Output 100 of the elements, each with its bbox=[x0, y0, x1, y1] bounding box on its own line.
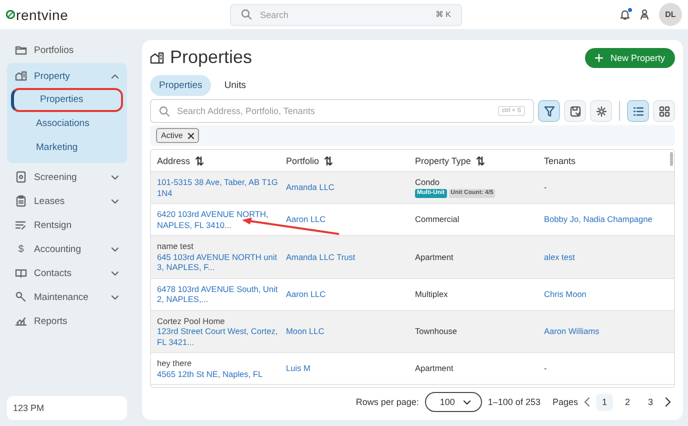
portfolio-link[interactable]: Amanda LLC bbox=[286, 182, 334, 193]
shortcut-hint: ⌘ K bbox=[435, 10, 451, 19]
chevron-right-icon bbox=[665, 397, 671, 407]
notification-dot bbox=[628, 8, 632, 12]
sidebar-item[interactable]: Portfolios bbox=[7, 38, 127, 62]
search-box[interactable]: Search ⌘ K bbox=[230, 4, 462, 26]
pages-label: Pages bbox=[552, 397, 578, 407]
book-icon bbox=[15, 267, 27, 279]
chevron-left-icon bbox=[584, 397, 590, 407]
address-link[interactable]: 6420 103rd AVENUE NORTH, NAPLES, FL 3410... bbox=[157, 209, 280, 230]
address-link[interactable]: 4565 12th St NE, Naples, FL bbox=[157, 368, 263, 379]
property-type: Commercial bbox=[415, 214, 460, 225]
save-button[interactable] bbox=[564, 100, 586, 122]
sidebar-item[interactable]: Rentsign bbox=[7, 213, 127, 237]
filter-button[interactable] bbox=[538, 100, 560, 122]
building-icon bbox=[15, 70, 27, 82]
grid-icon bbox=[658, 106, 670, 116]
filter-chip[interactable]: Active bbox=[156, 128, 199, 143]
property-name: Cortez Pool Home bbox=[157, 316, 225, 326]
sidebar-subitem[interactable]: Properties bbox=[11, 88, 123, 112]
tenant-link[interactable]: Bobby Jo, Nadia Champagne bbox=[544, 214, 652, 225]
plus-icon bbox=[595, 54, 604, 62]
gear-icon bbox=[596, 106, 606, 116]
page-number[interactable]: 3 bbox=[642, 394, 659, 410]
grid-button[interactable] bbox=[653, 100, 675, 122]
bell-icon bbox=[620, 9, 630, 20]
tenant-link[interactable]: Aaron Williams bbox=[544, 326, 600, 336]
settings-button[interactable] bbox=[590, 100, 612, 122]
chevron-down-icon bbox=[111, 174, 119, 180]
property-type: Condo bbox=[415, 177, 440, 188]
rows-per-page-select[interactable]: 100 bbox=[424, 392, 482, 412]
tenant-link[interactable]: alex test bbox=[544, 252, 575, 262]
column-header[interactable]: Address bbox=[157, 156, 286, 166]
property-name: hey there bbox=[157, 358, 192, 368]
tenant-link[interactable]: Chris Moon bbox=[544, 288, 586, 300]
column-header[interactable]: Portfolio bbox=[286, 156, 415, 166]
table-row[interactable]: hey there 4565 12th St NE, Naples, FL Luis M Apartment - bbox=[151, 353, 674, 385]
lines-pen-icon bbox=[15, 219, 27, 231]
clipboard-icon bbox=[15, 195, 27, 207]
new-property-button[interactable]: New Property bbox=[585, 48, 675, 68]
building-icon bbox=[150, 51, 164, 64]
chevron-up-icon bbox=[111, 74, 119, 78]
tenant-text: - bbox=[544, 363, 547, 374]
portfolio-link[interactable]: Luis M bbox=[286, 363, 310, 374]
portfolio-link[interactable]: Aaron LLC bbox=[286, 214, 326, 225]
filter-icon bbox=[544, 106, 554, 116]
table-row[interactable]: Cortez Pool Home 123rd Street Court West, Cortez, FL 3421... Moon LLC Townhouse Aaron Williams bbox=[151, 310, 674, 353]
logo-wordmark: rentvine bbox=[16, 6, 68, 22]
document-icon bbox=[15, 171, 27, 183]
sidebar-item[interactable]: $ Accounting bbox=[7, 237, 127, 261]
address-link[interactable]: 6478 103rd AVENUE South, Unit 2, NAPLES,... bbox=[157, 284, 280, 304]
previous-page-button[interactable] bbox=[584, 397, 590, 407]
close-icon bbox=[188, 132, 194, 138]
next-page-button[interactable] bbox=[665, 397, 671, 407]
rows-per-page-label: Rows per page: bbox=[356, 397, 419, 407]
tab[interactable]: Properties bbox=[150, 75, 212, 96]
scrollbar-thumb[interactable] bbox=[670, 152, 673, 166]
dollar-icon: $ bbox=[15, 244, 27, 254]
address-link[interactable]: 123rd Street Court West, Cortez, FL 3421... bbox=[157, 326, 280, 347]
list-icon bbox=[632, 106, 644, 116]
list-button[interactable] bbox=[627, 100, 649, 122]
page-number[interactable]: 1 bbox=[596, 394, 613, 410]
help-button[interactable] bbox=[640, 9, 649, 20]
sidebar-item[interactable]: Maintenance bbox=[7, 285, 127, 309]
portfolio-link[interactable]: Aaron LLC bbox=[286, 288, 326, 300]
tab[interactable]: Units bbox=[215, 75, 255, 96]
address-link[interactable]: 101-5315 38 Ave, Taber, AB T1G 1N4 bbox=[157, 177, 280, 198]
property-name: name test bbox=[157, 241, 194, 252]
sidebar-item[interactable]: Leases bbox=[7, 189, 127, 213]
global-search-field[interactable]: Search bbox=[260, 10, 428, 20]
sidebar-subitem[interactable]: Marketing bbox=[7, 136, 127, 160]
footer-text: 123 PM bbox=[7, 396, 127, 420]
portfolio-link[interactable]: Amanda LLC Trust bbox=[286, 252, 356, 262]
notifications-button[interactable] bbox=[620, 9, 630, 20]
chevron-down-icon bbox=[111, 246, 119, 252]
sort-icon bbox=[195, 156, 204, 166]
sidebar-subitem[interactable]: Associations bbox=[7, 112, 127, 136]
chevron-down-icon bbox=[111, 198, 119, 204]
page-number[interactable]: 2 bbox=[619, 394, 636, 410]
sidebar-item[interactable]: Reports bbox=[7, 309, 127, 333]
sort-icon bbox=[324, 156, 334, 166]
search-icon bbox=[159, 106, 170, 116]
portfolio-link[interactable]: Moon LLC bbox=[286, 326, 324, 336]
chart-icon bbox=[15, 315, 27, 327]
save-icon bbox=[570, 106, 580, 116]
property-type: Apartment bbox=[415, 363, 454, 374]
user-avatar[interactable]: DL bbox=[659, 3, 682, 26]
person-icon bbox=[640, 9, 649, 20]
sidebar-item[interactable]: Property bbox=[7, 64, 127, 88]
sidebar-item[interactable]: Contacts bbox=[7, 261, 127, 285]
chevron-down-icon bbox=[462, 400, 471, 404]
folder-icon bbox=[15, 44, 27, 56]
chevron-down-icon bbox=[111, 270, 119, 276]
sidebar-item[interactable]: Screening bbox=[7, 165, 127, 189]
page-range: 1–100 of 253 bbox=[488, 397, 540, 407]
table-row[interactable]: name test 645 103rd AVENUE NORTH unit 3, NAPLES, F... Amanda LLC Trust Apartment alex test bbox=[151, 236, 674, 278]
column-header[interactable]: Tenants bbox=[544, 156, 666, 166]
property-type: Multiplex bbox=[415, 288, 448, 300]
column-header[interactable]: Property Type bbox=[415, 156, 544, 166]
address-link[interactable]: 645 103rd AVENUE NORTH unit 3, NAPLES, F... bbox=[157, 252, 280, 272]
